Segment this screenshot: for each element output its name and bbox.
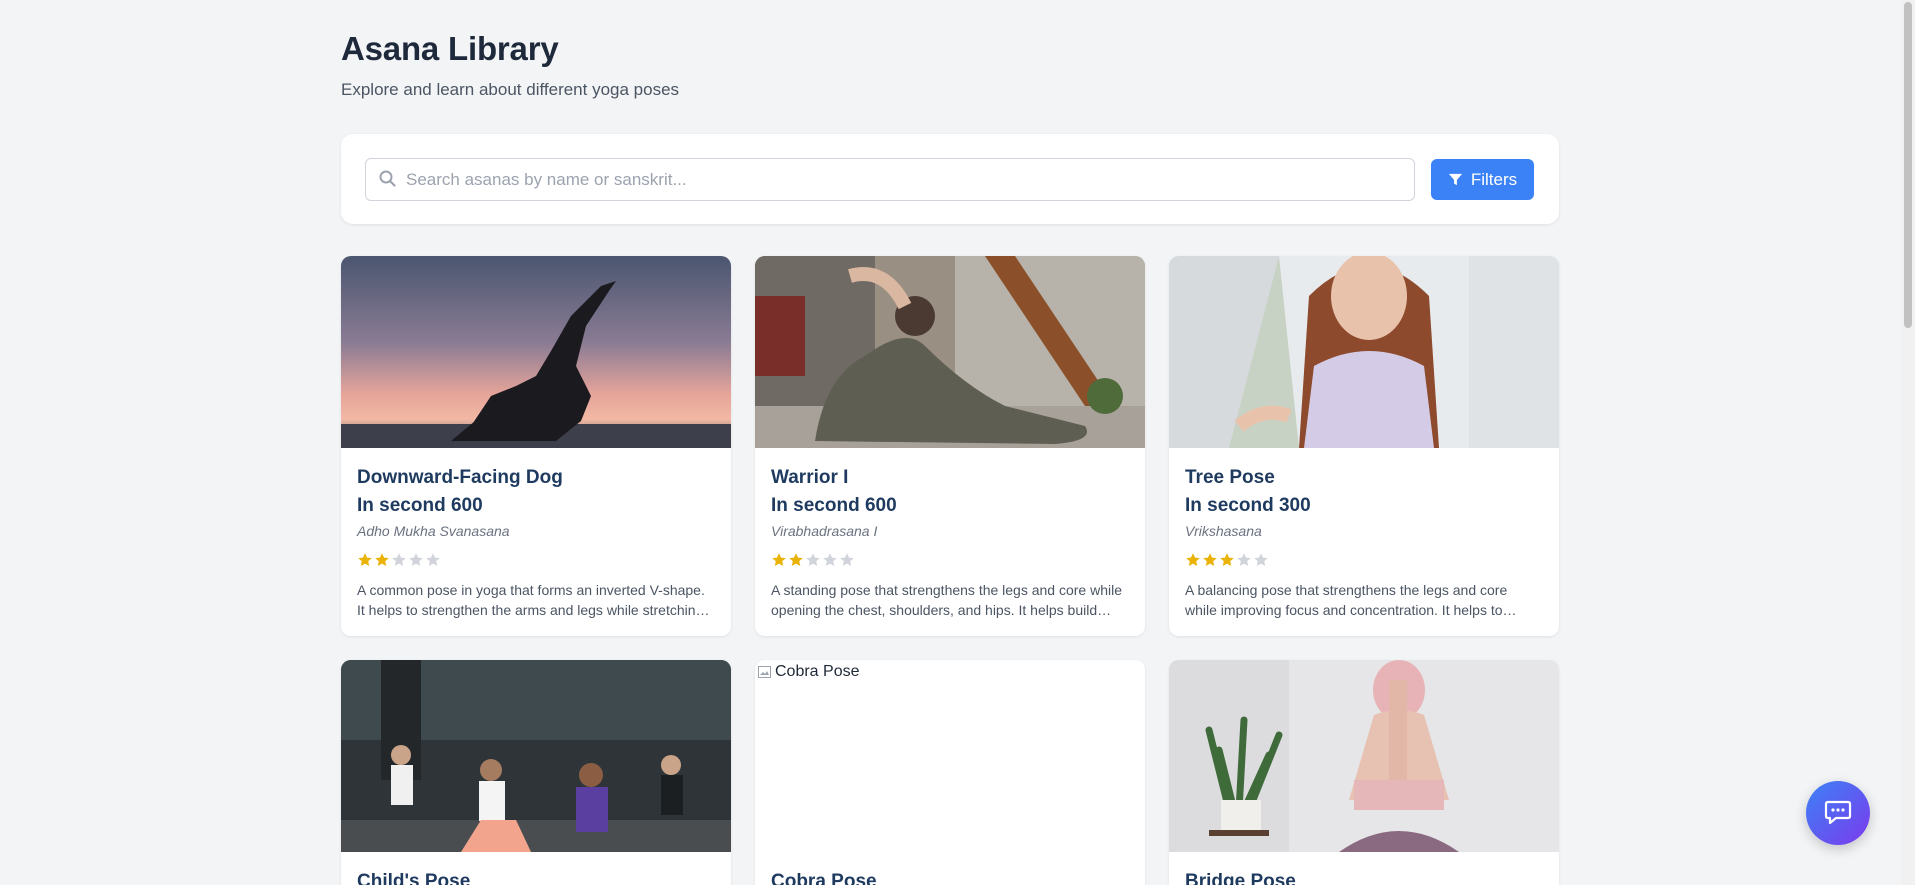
card-sanskrit-name: Vrikshasana [1185, 523, 1262, 539]
card-body: Tree Pose In second 300 Vrikshasana A ba… [1169, 448, 1559, 636]
card-title: Downward-Facing Dog [357, 467, 563, 488]
search-input[interactable] [406, 159, 1406, 200]
card-body: Child's Pose [341, 852, 731, 885]
search-panel: Filters [341, 134, 1559, 224]
chat-icon [1824, 800, 1852, 825]
card-body: Warrior I In second 600 Virabhadrasana I… [755, 448, 1145, 636]
asana-card[interactable]: Child's Pose [341, 660, 731, 885]
star-empty-icon [409, 553, 423, 566]
star-empty-icon [806, 553, 820, 566]
card-title: Child's Pose [357, 871, 471, 885]
star-empty-icon [1254, 553, 1268, 566]
card-body: Downward-Facing Dog In second 600 Adho M… [341, 448, 731, 636]
card-body: Bridge Pose [1169, 852, 1559, 885]
star-filled-icon [1220, 553, 1234, 566]
card-sanskrit-name: Adho Mukha Svanasana [357, 523, 510, 539]
broken-image-icon [758, 666, 771, 678]
card-body: Cobra Pose [755, 852, 1145, 885]
card-sanskrit-name: Virabhadrasana I [771, 523, 878, 539]
difficulty-rating [1185, 552, 1543, 572]
card-title: Cobra Pose [771, 871, 877, 885]
star-empty-icon [392, 553, 406, 566]
star-filled-icon [772, 553, 786, 566]
star-filled-icon [375, 553, 389, 566]
star-filled-icon [358, 553, 372, 566]
asana-card[interactable]: Cobra Pose Cobra Pose [755, 660, 1145, 885]
card-image-broken: Cobra Pose [755, 660, 1145, 852]
card-image-group-class [341, 660, 731, 852]
asana-card[interactable]: Downward-Facing Dog In second 600 Adho M… [341, 256, 731, 636]
search-icon [379, 170, 396, 187]
card-description: A standing pose that strengthens the leg… [771, 582, 1123, 618]
broken-image-alt-text: Cobra Pose [775, 663, 860, 680]
card-description: A common pose in yoga that forms an inve… [357, 582, 705, 618]
card-image-seated-meditation [1169, 256, 1559, 448]
scrollbar[interactable] [1901, 0, 1915, 885]
filters-button-label: Filters [1470, 169, 1518, 189]
card-image-indoor-backbend [755, 256, 1145, 448]
scrollbar-thumb[interactable] [1904, 2, 1912, 328]
broken-image-alt: Cobra Pose [757, 663, 860, 681]
star-empty-icon [1237, 553, 1251, 566]
page: Asana Library Explore and learn about di… [0, 0, 1915, 885]
card-duration: In second 600 [771, 495, 897, 516]
card-title: Bridge Pose [1185, 871, 1296, 885]
filter-icon [1448, 173, 1462, 186]
card-duration: In second 600 [357, 495, 483, 516]
card-image-sunset-silhouette [341, 256, 731, 448]
star-filled-icon [789, 553, 803, 566]
difficulty-rating [771, 552, 1129, 572]
star-filled-icon [1203, 553, 1217, 566]
page-title: Asana Library [341, 30, 559, 67]
star-empty-icon [840, 553, 854, 566]
card-title: Warrior I [771, 467, 849, 488]
star-empty-icon [426, 553, 440, 566]
card-title: Tree Pose [1185, 467, 1275, 488]
asana-card[interactable]: Warrior I In second 600 Virabhadrasana I… [755, 256, 1145, 636]
star-empty-icon [823, 553, 837, 566]
search-box[interactable] [365, 158, 1415, 201]
card-image-eagle-arms [1169, 660, 1559, 852]
card-duration: In second 300 [1185, 495, 1311, 516]
card-description: A balancing pose that strengthens the le… [1185, 582, 1508, 618]
asana-card[interactable]: Tree Pose In second 300 Vrikshasana A ba… [1169, 256, 1559, 636]
asana-card[interactable]: Bridge Pose [1169, 660, 1559, 885]
star-filled-icon [1186, 553, 1200, 566]
page-subtitle: Explore and learn about different yoga p… [341, 80, 680, 99]
difficulty-rating [357, 552, 715, 572]
chat-button[interactable] [1806, 781, 1870, 845]
filters-button[interactable]: Filters [1431, 159, 1534, 200]
